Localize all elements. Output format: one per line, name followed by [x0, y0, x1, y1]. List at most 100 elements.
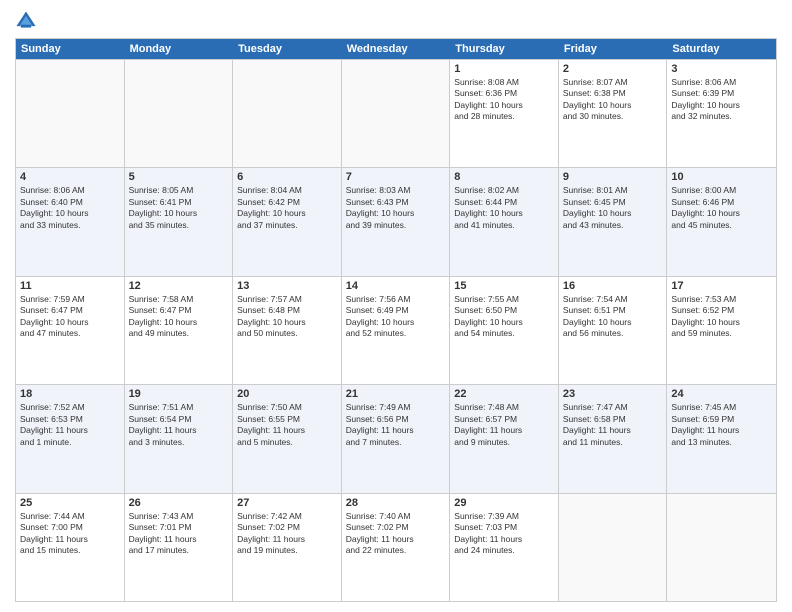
- cell-info: Sunrise: 7:54 AM Sunset: 6:51 PM Dayligh…: [563, 294, 663, 340]
- page: SundayMondayTuesdayWednesdayThursdayFrid…: [0, 0, 792, 612]
- calendar-cell: 27 Sunrise: 7:42 AM Sunset: 7:02 PM Dayli…: [233, 494, 342, 601]
- calendar-row: 4 Sunrise: 8:06 AM Sunset: 6:40 PM Daylig…: [16, 167, 776, 275]
- calendar-cell: 24 Sunrise: 7:45 AM Sunset: 6:59 PM Dayli…: [667, 385, 776, 492]
- calendar-row: 11 Sunrise: 7:59 AM Sunset: 6:47 PM Dayli…: [16, 276, 776, 384]
- day-number: 28: [346, 497, 446, 509]
- header-cell-saturday: Saturday: [667, 39, 776, 59]
- day-number: 2: [563, 63, 663, 75]
- day-number: 15: [454, 280, 554, 292]
- calendar-row: 25 Sunrise: 7:44 AM Sunset: 7:00 PM Dayli…: [16, 493, 776, 601]
- calendar-cell: 20 Sunrise: 7:50 AM Sunset: 6:55 PM Dayli…: [233, 385, 342, 492]
- calendar-cell: [667, 494, 776, 601]
- calendar: SundayMondayTuesdayWednesdayThursdayFrid…: [15, 38, 777, 602]
- day-number: 20: [237, 388, 337, 400]
- calendar-cell: 3 Sunrise: 8:06 AM Sunset: 6:39 PM Daylig…: [667, 60, 776, 167]
- day-number: 24: [671, 388, 772, 400]
- calendar-cell: 17Sunrise: 7:53 AM Sunset: 6:52 PM Dayli…: [667, 277, 776, 384]
- calendar-cell: 22 Sunrise: 7:48 AM Sunset: 6:57 PM Dayli…: [450, 385, 559, 492]
- day-number: 9: [563, 171, 663, 183]
- day-number: 26: [129, 497, 229, 509]
- calendar-cell: 14 Sunrise: 7:56 AM Sunset: 6:49 PM Dayli…: [342, 277, 451, 384]
- day-number: 4: [20, 171, 120, 183]
- header-cell-tuesday: Tuesday: [233, 39, 342, 59]
- cell-info: Sunrise: 7:43 AM Sunset: 7:01 PM Dayligh…: [129, 511, 229, 557]
- cell-info: Sunrise: 7:58 AM Sunset: 6:47 PM Dayligh…: [129, 294, 229, 340]
- calendar-cell: 1Sunrise: 8:08 AM Sunset: 6:36 PM Daylig…: [450, 60, 559, 167]
- day-number: 22: [454, 388, 554, 400]
- calendar-cell: 28 Sunrise: 7:40 AM Sunset: 7:02 PM Dayli…: [342, 494, 451, 601]
- cell-info: Sunrise: 7:42 AM Sunset: 7:02 PM Dayligh…: [237, 511, 337, 557]
- cell-info: Sunrise: 8:06 AM Sunset: 6:40 PM Dayligh…: [20, 185, 120, 231]
- cell-info: Sunrise: 7:45 AM Sunset: 6:59 PM Dayligh…: [671, 402, 772, 448]
- day-number: 25: [20, 497, 120, 509]
- cell-info: Sunrise: 7:51 AM Sunset: 6:54 PM Dayligh…: [129, 402, 229, 448]
- calendar-cell: 9 Sunrise: 8:01 AM Sunset: 6:45 PM Daylig…: [559, 168, 668, 275]
- cell-info: Sunrise: 7:55 AM Sunset: 6:50 PM Dayligh…: [454, 294, 554, 340]
- day-number: 29: [454, 497, 554, 509]
- cell-info: Sunrise: 7:39 AM Sunset: 7:03 PM Dayligh…: [454, 511, 554, 557]
- calendar-row: 18Sunrise: 7:52 AM Sunset: 6:53 PM Dayli…: [16, 384, 776, 492]
- cell-info: Sunrise: 8:05 AM Sunset: 6:41 PM Dayligh…: [129, 185, 229, 231]
- cell-info: Sunrise: 7:52 AM Sunset: 6:53 PM Dayligh…: [20, 402, 120, 448]
- calendar-cell: 23 Sunrise: 7:47 AM Sunset: 6:58 PM Dayli…: [559, 385, 668, 492]
- header-cell-thursday: Thursday: [450, 39, 559, 59]
- calendar-cell: 21Sunrise: 7:49 AM Sunset: 6:56 PM Dayli…: [342, 385, 451, 492]
- calendar-cell: 26 Sunrise: 7:43 AM Sunset: 7:01 PM Dayli…: [125, 494, 234, 601]
- header: [15, 10, 777, 32]
- day-number: 12: [129, 280, 229, 292]
- cell-info: Sunrise: 8:02 AM Sunset: 6:44 PM Dayligh…: [454, 185, 554, 231]
- cell-info: Sunrise: 7:50 AM Sunset: 6:55 PM Dayligh…: [237, 402, 337, 448]
- cell-info: Sunrise: 8:04 AM Sunset: 6:42 PM Dayligh…: [237, 185, 337, 231]
- cell-info: Sunrise: 7:49 AM Sunset: 6:56 PM Dayligh…: [346, 402, 446, 448]
- cell-info: Sunrise: 7:48 AM Sunset: 6:57 PM Dayligh…: [454, 402, 554, 448]
- cell-info: Sunrise: 7:44 AM Sunset: 7:00 PM Dayligh…: [20, 511, 120, 557]
- calendar-cell: 13Sunrise: 7:57 AM Sunset: 6:48 PM Dayli…: [233, 277, 342, 384]
- day-number: 3: [671, 63, 772, 75]
- calendar-cell: [342, 60, 451, 167]
- cell-info: Sunrise: 8:06 AM Sunset: 6:39 PM Dayligh…: [671, 77, 772, 123]
- calendar-cell: 18Sunrise: 7:52 AM Sunset: 6:53 PM Dayli…: [16, 385, 125, 492]
- day-number: 13: [237, 280, 337, 292]
- calendar-cell: 7Sunrise: 8:03 AM Sunset: 6:43 PM Daylig…: [342, 168, 451, 275]
- cell-info: Sunrise: 8:07 AM Sunset: 6:38 PM Dayligh…: [563, 77, 663, 123]
- calendar-cell: 10 Sunrise: 8:00 AM Sunset: 6:46 PM Dayli…: [667, 168, 776, 275]
- calendar-cell: 5 Sunrise: 8:05 AM Sunset: 6:41 PM Daylig…: [125, 168, 234, 275]
- logo-icon: [15, 10, 37, 32]
- cell-info: Sunrise: 7:56 AM Sunset: 6:49 PM Dayligh…: [346, 294, 446, 340]
- day-number: 6: [237, 171, 337, 183]
- header-cell-friday: Friday: [559, 39, 668, 59]
- day-number: 8: [454, 171, 554, 183]
- header-cell-monday: Monday: [125, 39, 234, 59]
- day-number: 11: [20, 280, 120, 292]
- calendar-cell: [559, 494, 668, 601]
- day-number: 23: [563, 388, 663, 400]
- calendar-cell: 8 Sunrise: 8:02 AM Sunset: 6:44 PM Daylig…: [450, 168, 559, 275]
- cell-info: Sunrise: 7:47 AM Sunset: 6:58 PM Dayligh…: [563, 402, 663, 448]
- calendar-cell: 25 Sunrise: 7:44 AM Sunset: 7:00 PM Dayli…: [16, 494, 125, 601]
- calendar-cell: 11 Sunrise: 7:59 AM Sunset: 6:47 PM Dayli…: [16, 277, 125, 384]
- cell-info: Sunrise: 7:53 AM Sunset: 6:52 PM Dayligh…: [671, 294, 772, 340]
- calendar-cell: 15 Sunrise: 7:55 AM Sunset: 6:50 PM Dayli…: [450, 277, 559, 384]
- calendar-header: SundayMondayTuesdayWednesdayThursdayFrid…: [16, 39, 776, 59]
- cell-info: Sunrise: 8:01 AM Sunset: 6:45 PM Dayligh…: [563, 185, 663, 231]
- day-number: 14: [346, 280, 446, 292]
- logo: [15, 10, 41, 32]
- calendar-row: 1Sunrise: 8:08 AM Sunset: 6:36 PM Daylig…: [16, 59, 776, 167]
- cell-info: Sunrise: 8:08 AM Sunset: 6:36 PM Dayligh…: [454, 77, 554, 123]
- calendar-cell: [16, 60, 125, 167]
- header-cell-wednesday: Wednesday: [342, 39, 451, 59]
- calendar-cell: 19 Sunrise: 7:51 AM Sunset: 6:54 PM Dayli…: [125, 385, 234, 492]
- calendar-cell: 16Sunrise: 7:54 AM Sunset: 6:51 PM Dayli…: [559, 277, 668, 384]
- day-number: 7: [346, 171, 446, 183]
- day-number: 10: [671, 171, 772, 183]
- cell-info: Sunrise: 7:59 AM Sunset: 6:47 PM Dayligh…: [20, 294, 120, 340]
- day-number: 19: [129, 388, 229, 400]
- calendar-cell: 2 Sunrise: 8:07 AM Sunset: 6:38 PM Daylig…: [559, 60, 668, 167]
- cell-info: Sunrise: 8:00 AM Sunset: 6:46 PM Dayligh…: [671, 185, 772, 231]
- calendar-cell: 12 Sunrise: 7:58 AM Sunset: 6:47 PM Dayli…: [125, 277, 234, 384]
- header-cell-sunday: Sunday: [16, 39, 125, 59]
- calendar-cell: [125, 60, 234, 167]
- day-number: 27: [237, 497, 337, 509]
- cell-info: Sunrise: 7:40 AM Sunset: 7:02 PM Dayligh…: [346, 511, 446, 557]
- day-number: 5: [129, 171, 229, 183]
